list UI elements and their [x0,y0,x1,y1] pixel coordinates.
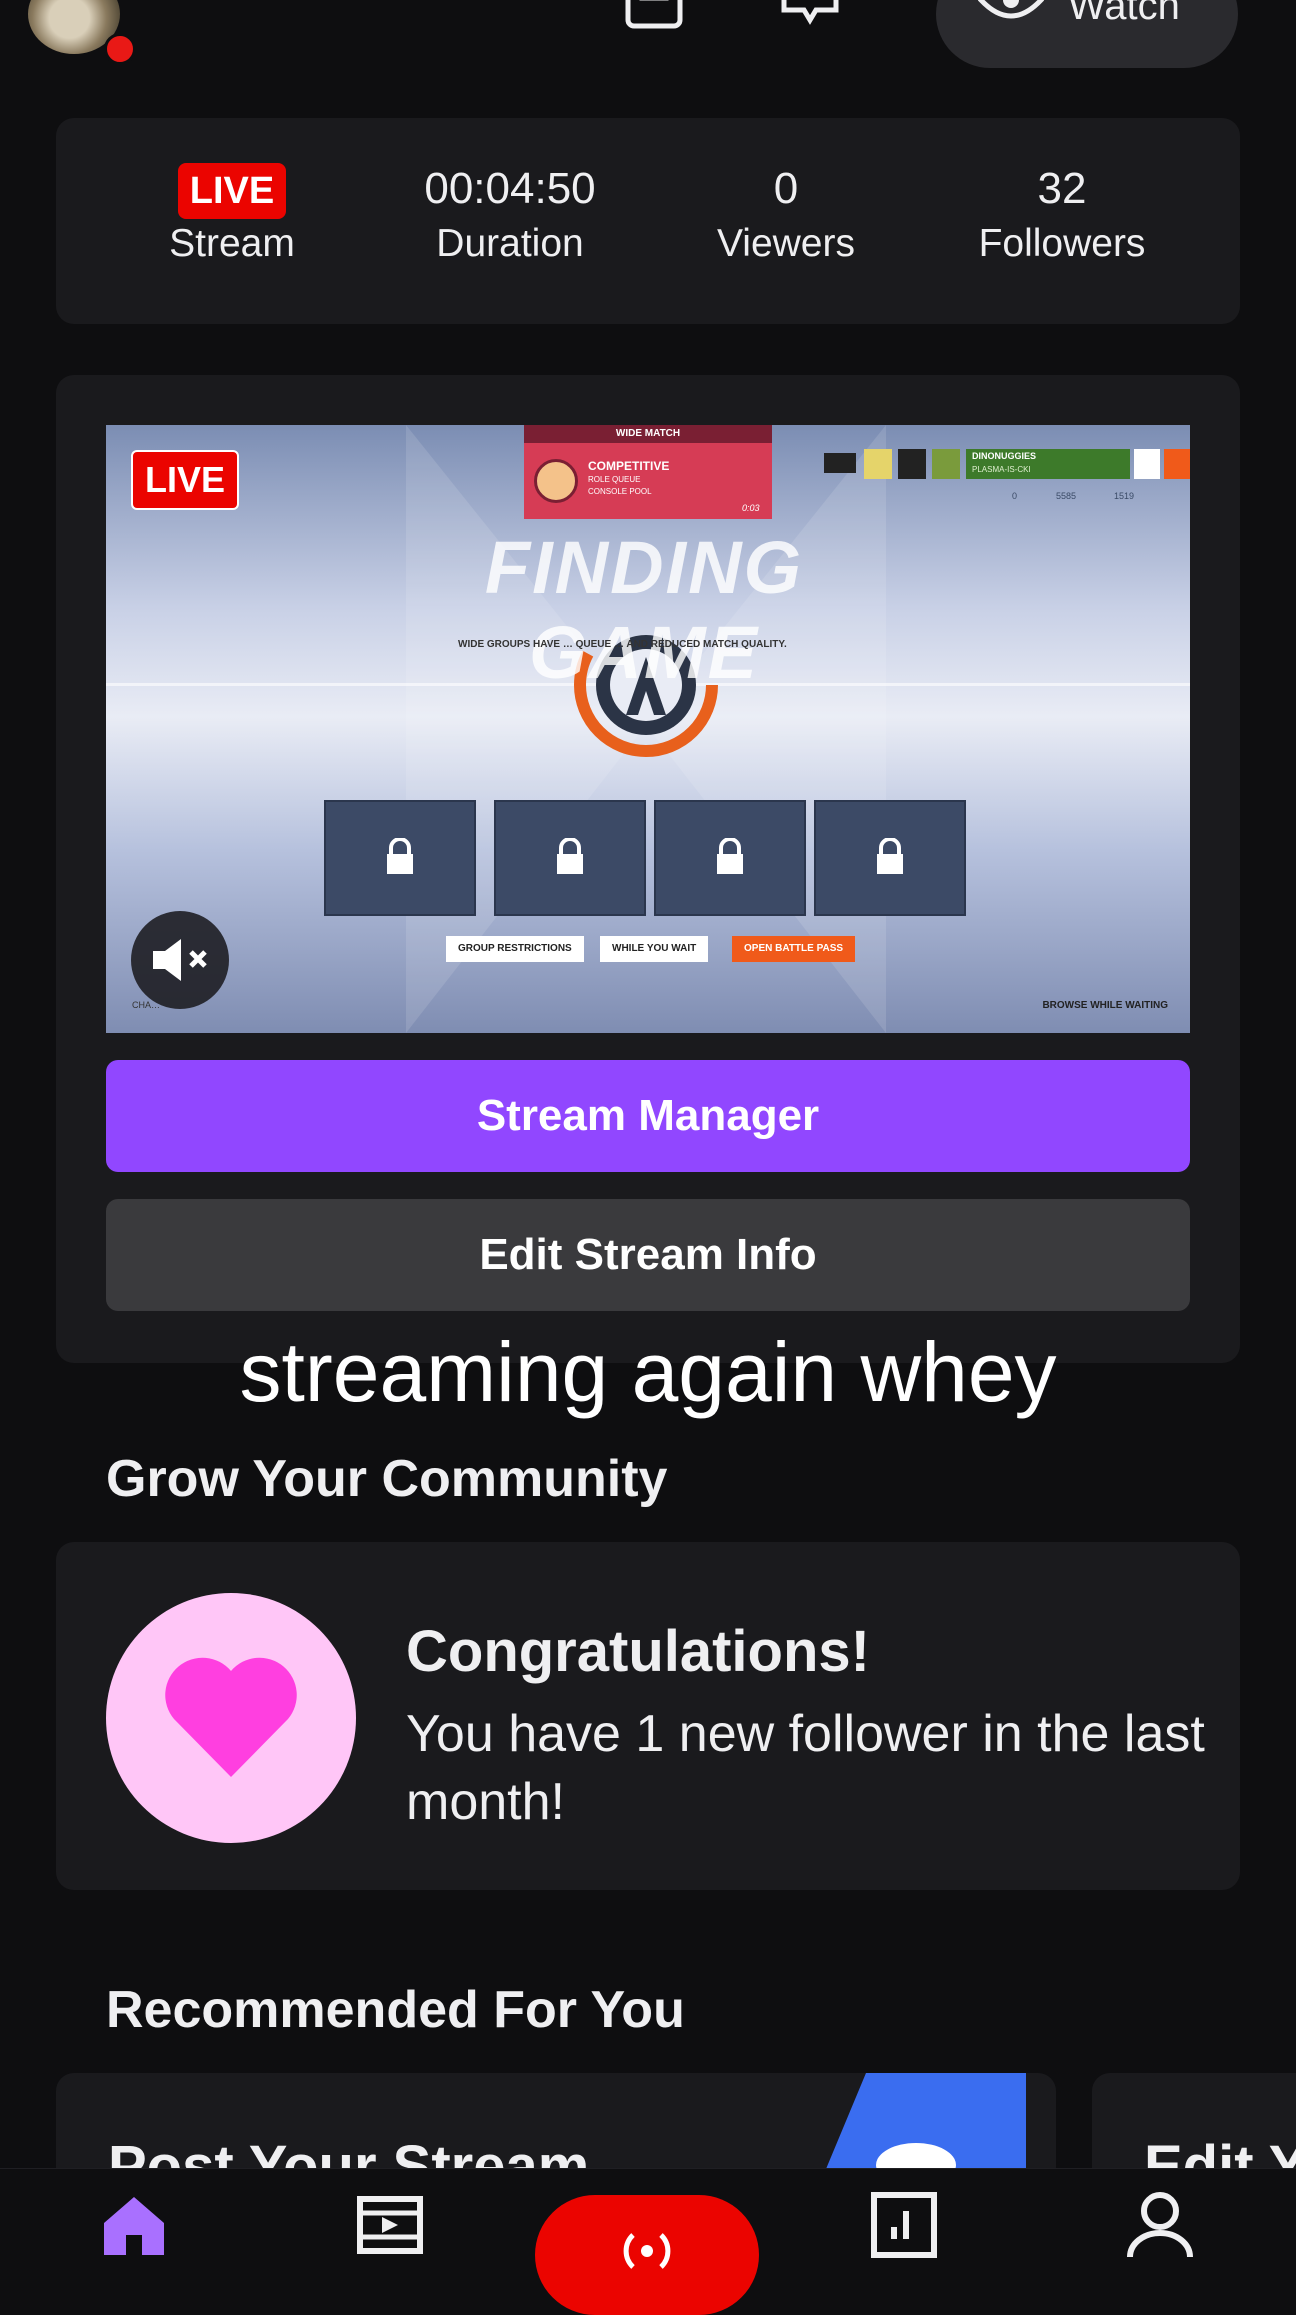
heart-icon [165,1657,297,1777]
lock-icon [877,838,903,874]
player-name-card: DINONUGGIES PLASMA-IS-CKI [966,449,1130,479]
analytics-icon[interactable] [868,2189,940,2261]
finding-game-text: FINDING GAME [484,526,804,694]
open-battle-pass-chip: OPEN BATTLE PASS [732,936,856,962]
stat-value: 32 [1037,164,1087,213]
browse-while-waiting: BROWSE WHILE WAITING [1042,1000,1168,1011]
queue-timer: 0:03 [742,503,760,513]
group-restrictions-chip: GROUP RESTRICTIONS [446,936,584,962]
stat-viewers: 0 Viewers [656,160,916,266]
currency-b: 5585 [1056,491,1077,501]
home-icon[interactable] [98,2189,170,2261]
player-portrait [898,449,926,479]
wide-match-label: WIDE MATCH [524,425,772,443]
currency-c: 1519 [1114,491,1135,501]
locked-slot [494,800,646,916]
player-tag: PLASMA-IS-CKI [972,465,1031,474]
competitive-rank-icon [534,459,578,503]
recommended-heading: Recommended For You [106,1981,685,2039]
group-grid-icon [824,453,856,473]
lock-icon [557,838,583,874]
stat-value: 00:04:50 [424,164,596,213]
queue-info-box: WIDE MATCH COMPETITIVE ROLE QUEUE CONSOL… [524,425,772,519]
locked-slot [654,800,806,916]
lock-icon [717,838,743,874]
grow-community-heading: Grow Your Community [106,1450,668,1508]
mute-button[interactable] [131,911,229,1009]
stat-label: Duration [436,222,584,265]
share-icon[interactable] [624,0,684,30]
stat-duration: 00:04:50 Duration [380,160,640,266]
mode-sub1: ROLE QUEUE [588,475,641,484]
clips-icon[interactable] [354,2189,426,2261]
go-live-icon [623,2233,671,2269]
congrats-body: You have 1 new follower in the last mont… [406,1705,1205,1831]
locked-slot [814,800,966,916]
edit-stream-info-button[interactable]: Edit Stream Info [106,1199,1190,1311]
muted-speaker-icon [153,939,207,981]
stream-title: streaming again whey [239,1325,1057,1419]
watch-label: Watch [1068,0,1180,28]
player-portrait [932,449,960,479]
chat-icon[interactable] [780,0,840,30]
stat-label: Stream [169,222,295,265]
while-you-wait-chip: WHILE YOU WAIT [600,936,709,962]
profile-icon[interactable] [1124,2189,1196,2261]
player-name: DINONUGGIES [972,451,1037,461]
stat-label: Followers [978,222,1146,265]
mode-title: COMPETITIVE [588,459,670,473]
stat-value: 0 [773,164,799,213]
lock-icon [387,838,413,874]
locked-slot [324,800,476,916]
paw-icon [1134,449,1160,479]
live-status-dot [104,33,136,65]
go-live-button[interactable] [535,2195,759,2315]
stream-preview[interactable]: LIVE WIDE MATCH COMPETITIVE ROLE QUEUE C… [106,425,1190,1033]
mode-sub2: CONSOLE POOL [588,487,652,496]
currency-a: 0 [1012,491,1018,501]
stat-followers: 32 Followers [932,160,1192,266]
player-portrait [864,449,892,479]
congrats-title: Congratulations! [406,1619,870,1684]
stream-manager-button[interactable]: Stream Manager [106,1060,1190,1172]
stat-stream: LIVE Stream [102,160,362,266]
stat-label: Viewers [716,222,855,265]
live-badge: LIVE [177,163,287,219]
preview-live-badge: LIVE [131,450,240,510]
wide-group-warning: WIDE GROUPS HAVE … QUEUE … AND REDUCED M… [458,639,787,650]
heart-badge [106,1593,356,1843]
menu-icon [1164,449,1190,479]
eye-icon [978,0,1044,19]
